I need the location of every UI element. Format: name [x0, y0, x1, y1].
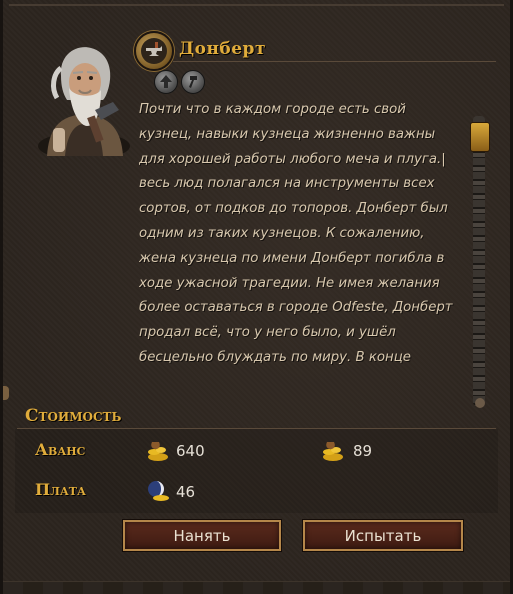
gold-pile-icon [323, 442, 343, 461]
upgrade-arrow-skill-icon[interactable] [154, 70, 178, 94]
gold-pile-icon [148, 442, 168, 461]
hero-description-scroll-area[interactable]: Почти что в каждом городе есть свой кузн… [139, 98, 459, 408]
scrollbar-thumb[interactable] [470, 122, 490, 152]
hero-name: Донберт [179, 39, 266, 59]
hero-description: Почти что в каждом городе есть свой кузн… [139, 102, 453, 365]
advance-gold-value: 640 [176, 442, 205, 460]
description-scrollbar[interactable] [473, 116, 485, 406]
cost-section [15, 429, 498, 513]
pay-value: 46 [176, 483, 196, 501]
hero-recruit-panel: Донберт Почти что в каждом городе есть с… [0, 0, 513, 594]
advance-label: Аванс [35, 440, 86, 459]
cost-section-title: Стоимость [25, 406, 122, 426]
panel-side-handle [3, 386, 9, 400]
hire-button[interactable]: Нанять [122, 519, 282, 552]
panel-top-border [9, 4, 504, 6]
test-button[interactable]: Испытать [302, 519, 464, 552]
panel-bottom-border [3, 581, 510, 594]
hammer-skill-icon[interactable] [181, 70, 205, 94]
anvil-emblem-icon [134, 31, 174, 71]
pay-label: Плата [35, 480, 86, 499]
hero-portrait [38, 47, 130, 156]
name-divider [173, 61, 496, 62]
scrollbar-end-cap [475, 398, 485, 408]
day-night-gold-icon [148, 481, 169, 501]
advance-gold-value-2: 89 [353, 442, 373, 460]
